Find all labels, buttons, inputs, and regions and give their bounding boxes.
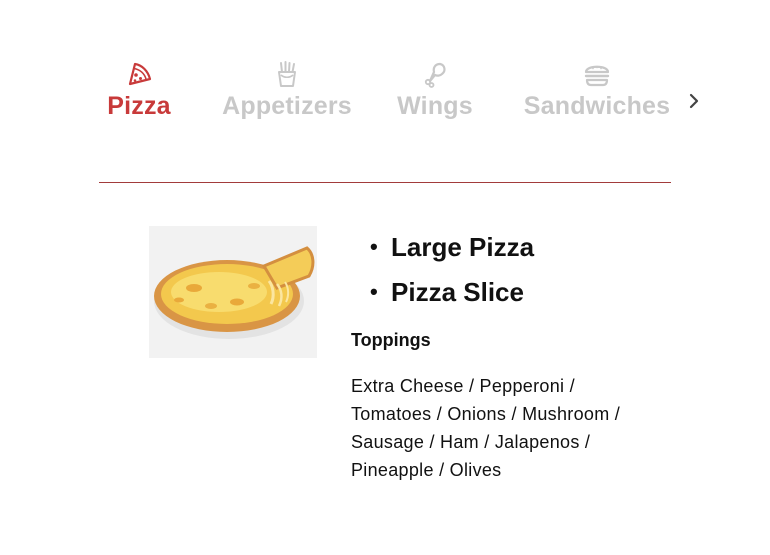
pizza-slice-icon	[125, 60, 153, 88]
bullet: •	[370, 279, 378, 304]
burger-icon	[583, 60, 611, 88]
tab-wings[interactable]: Wings	[392, 58, 478, 130]
cheese-pizza-image	[149, 226, 317, 358]
bullet: •	[370, 234, 378, 259]
tab-label: Appetizers	[222, 92, 352, 120]
tab-label: Wings	[397, 92, 473, 120]
tab-sandwiches[interactable]: Sandwiches	[519, 58, 675, 130]
tab-label: Pizza	[107, 92, 171, 120]
chevron-right-icon	[683, 88, 705, 114]
menu-item-large-pizza[interactable]: • Large Pizza	[364, 228, 534, 273]
toppings-heading: Toppings	[351, 330, 431, 350]
chicken-leg-icon	[421, 60, 449, 88]
fries-icon	[273, 60, 301, 88]
menu-item-label: Pizza Slice	[391, 277, 524, 307]
tab-label: Sandwiches	[523, 92, 671, 120]
menu-item-label: Large Pizza	[391, 232, 535, 262]
toppings-list: Extra Cheese / Pepperoni / Tomatoes / On…	[351, 376, 621, 480]
menu-item-list: • Large Pizza • Pizza Slice	[364, 228, 534, 318]
menu-item-pizza-slice[interactable]: • Pizza Slice	[364, 273, 534, 318]
tab-appetizers[interactable]: Appetizers	[219, 58, 355, 130]
category-tabs: Pizza Appetizers Wings Sandwiches	[99, 58, 671, 130]
tab-pizza[interactable]: Pizza	[99, 58, 179, 130]
tabs-divider	[99, 182, 671, 183]
next-tabs-button[interactable]	[683, 88, 705, 114]
